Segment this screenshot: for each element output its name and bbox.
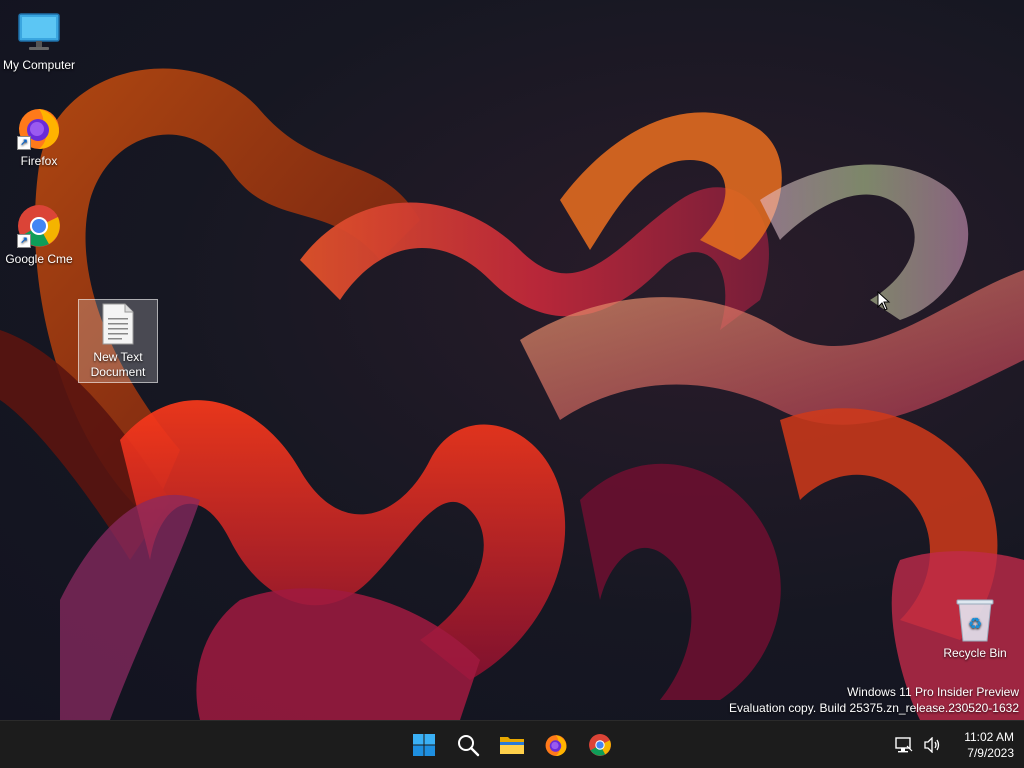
watermark-line-1: Windows 11 Pro Insider Preview: [847, 685, 1019, 699]
shortcut-arrow-icon: ↗: [17, 234, 31, 248]
desktop-icon-new-text-document[interactable]: New Text Document: [78, 299, 158, 383]
svg-text:♻: ♻: [968, 614, 982, 633]
evaluation-watermark: Windows 11 Pro Insider Preview Evaluatio…: [729, 684, 1019, 716]
shortcut-arrow-icon: ↗: [17, 136, 31, 150]
desktop-icon-label: Google Cme: [5, 252, 73, 266]
chrome-icon: [589, 734, 611, 756]
desktop-icon-label: Recycle Bin: [943, 646, 1007, 660]
watermark-line-2: Evaluation copy. Build 25375.zn_release.…: [729, 701, 1019, 715]
desktop-icon-label: Firefox: [20, 154, 58, 168]
monitor-icon: [15, 8, 63, 56]
file-explorer-button[interactable]: [496, 729, 528, 761]
file-explorer-icon: [500, 737, 524, 754]
system-tray: 11:02 AM 7/9/2023: [894, 721, 1014, 768]
desktop-icon-my-computer[interactable]: My Computer: [0, 8, 78, 73]
search-button[interactable]: [452, 729, 484, 761]
mouse-cursor-icon: [877, 290, 891, 316]
desktop-icon-firefox[interactable]: ↗ Firefox: [0, 104, 78, 169]
firefox-icon: ↗: [15, 104, 63, 152]
firefox-taskbar-button[interactable]: [540, 729, 572, 761]
taskbar: 11:02 AM 7/9/2023: [0, 720, 1024, 768]
search-icon: [458, 735, 480, 757]
start-icon: [413, 734, 435, 756]
network-icon[interactable]: [894, 735, 914, 755]
desktop-icon-chrome[interactable]: ↗ Google Cme: [0, 202, 78, 267]
clock-time: 11:02 AM: [964, 730, 1014, 744]
volume-icon[interactable]: [922, 735, 942, 755]
firefox-icon: [545, 735, 567, 756]
clock-date: 7/9/2023: [967, 746, 1014, 760]
text-document-icon: [94, 300, 142, 348]
desktop-icon-label: New Text Document: [90, 350, 146, 379]
start-button[interactable]: [408, 729, 440, 761]
clock[interactable]: 11:02 AM 7/9/2023: [964, 729, 1014, 761]
desktop-icon-recycle-bin[interactable]: ♻ Recycle Bin: [936, 596, 1014, 661]
chrome-taskbar-button[interactable]: [584, 729, 616, 761]
chrome-icon: ↗: [15, 202, 63, 250]
desktop-icon-label: My Computer: [2, 58, 76, 72]
recycle-bin-icon: ♻: [951, 596, 999, 644]
